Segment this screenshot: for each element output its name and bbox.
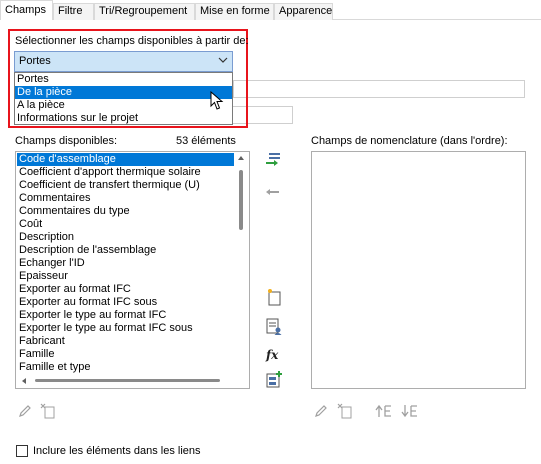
list-item[interactable]: Exporter le type au format IFC	[17, 309, 234, 322]
vertical-scrollbar[interactable]	[234, 153, 248, 375]
schedule-fields-label: Champs de nomenclature (dans l'ordre):	[311, 135, 508, 147]
document-user-icon	[266, 318, 282, 335]
schedule-fields-list[interactable]	[311, 151, 526, 389]
list-item[interactable]: Coefficient d'apport thermique solaire	[17, 166, 234, 179]
tab-bar: Champs Filtre Tri/Regroupement Mise en f…	[0, 0, 541, 20]
source-label: Sélectionner les champs disponibles à pa…	[15, 35, 249, 47]
dropdown-option-a-la-piece[interactable]: A la pièce	[15, 99, 232, 112]
mouse-cursor-icon	[210, 90, 224, 114]
list-item[interactable]: Description de l'assemblage	[17, 244, 234, 257]
list-item[interactable]: Code d'assemblage	[17, 153, 234, 166]
remove-field-button[interactable]	[263, 182, 283, 202]
scrollbar-thumb[interactable]	[35, 379, 220, 382]
tab-label: Mise en forme	[200, 5, 270, 17]
delete-parameter-button[interactable]	[38, 401, 58, 421]
new-parameter-button[interactable]	[264, 287, 284, 307]
list-item[interactable]: Coût	[17, 218, 234, 231]
edit-parameter-button[interactable]	[15, 401, 35, 421]
delete-document-icon	[40, 403, 55, 419]
tab-label: Apparence	[279, 5, 333, 17]
list-item[interactable]: Famille et type	[17, 361, 234, 374]
scroll-left-icon[interactable]	[21, 377, 27, 385]
move-up-icon	[375, 404, 391, 417]
tab-label: Champs	[5, 4, 46, 16]
add-parameter-button[interactable]	[264, 317, 284, 337]
source-selected-value: Portes	[19, 55, 51, 67]
list-item[interactable]: Echanger l'ID	[17, 257, 234, 270]
source-dropdown-list: Portes De la pièce A la pièce Informatio…	[14, 72, 233, 125]
include-links-label: Inclure les éléments dans les liens	[33, 445, 201, 457]
delete-schedule-field-button[interactable]	[335, 401, 355, 421]
pencil-icon	[19, 405, 31, 417]
tab-mise-en-forme[interactable]: Mise en forme	[195, 3, 274, 20]
tab-label: Filtre	[58, 5, 83, 17]
list-item[interactable]: Coefficient de transfert thermique (U)	[17, 179, 234, 192]
list-item[interactable]: Epaisseur	[17, 270, 234, 283]
secondary-field[interactable]	[233, 106, 293, 124]
available-count: 53 éléments	[176, 135, 236, 147]
formula-fx-icon: fx	[265, 348, 279, 362]
tab-filtre[interactable]: Filtre	[53, 3, 94, 20]
list-item[interactable]: Famille	[17, 348, 234, 361]
tab-tri-regroupement[interactable]: Tri/Regroupement	[94, 3, 195, 20]
calculated-value-button[interactable]: fx	[264, 345, 284, 365]
include-links-checkbox[interactable]	[16, 445, 28, 457]
combine-parameters-icon	[266, 371, 282, 388]
scrollbar-thumb[interactable]	[239, 170, 243, 230]
list-item[interactable]: Description	[17, 231, 234, 244]
scroll-up-icon[interactable]	[237, 155, 245, 161]
list-item[interactable]: Fabricant	[17, 335, 234, 348]
add-field-button[interactable]	[263, 150, 283, 170]
filter-field[interactable]	[233, 80, 525, 98]
tab-champs[interactable]: Champs	[0, 0, 53, 20]
source-combobox[interactable]: Portes	[14, 51, 233, 72]
dropdown-option-de-la-piece[interactable]: De la pièce	[15, 86, 232, 99]
list-item[interactable]: Exporter le type au format IFC sous	[17, 322, 234, 335]
horizontal-scrollbar[interactable]	[17, 374, 234, 387]
svg-text:fx: fx	[265, 348, 279, 362]
tab-apparence[interactable]: Apparence	[274, 3, 333, 20]
arrow-left-icon	[266, 189, 279, 195]
delete-document-icon	[337, 403, 352, 419]
move-down-button[interactable]	[400, 401, 420, 421]
list-item[interactable]: Commentaires du type	[17, 205, 234, 218]
dropdown-option-portes[interactable]: Portes	[15, 73, 232, 86]
list-item[interactable]: Exporter au format IFC sous	[17, 296, 234, 309]
list-item[interactable]: Exporter au format IFC	[17, 283, 234, 296]
list-item[interactable]: Commentaires	[17, 192, 234, 205]
dropdown-option-informations-projet[interactable]: Informations sur le projet	[15, 112, 232, 125]
available-fields-list[interactable]: Code d'assemblage Coefficient d'apport t…	[15, 151, 250, 389]
move-down-icon	[401, 405, 417, 418]
combine-parameters-button[interactable]	[264, 370, 284, 390]
pencil-icon	[315, 405, 327, 417]
chevron-down-icon[interactable]	[218, 55, 228, 68]
add-field-icon	[266, 153, 280, 166]
new-parameter-icon	[268, 289, 281, 306]
move-up-button[interactable]	[374, 401, 394, 421]
tab-label: Tri/Regroupement	[99, 5, 188, 17]
available-fields-label: Champs disponibles:	[15, 135, 118, 147]
edit-schedule-field-button[interactable]	[311, 401, 331, 421]
